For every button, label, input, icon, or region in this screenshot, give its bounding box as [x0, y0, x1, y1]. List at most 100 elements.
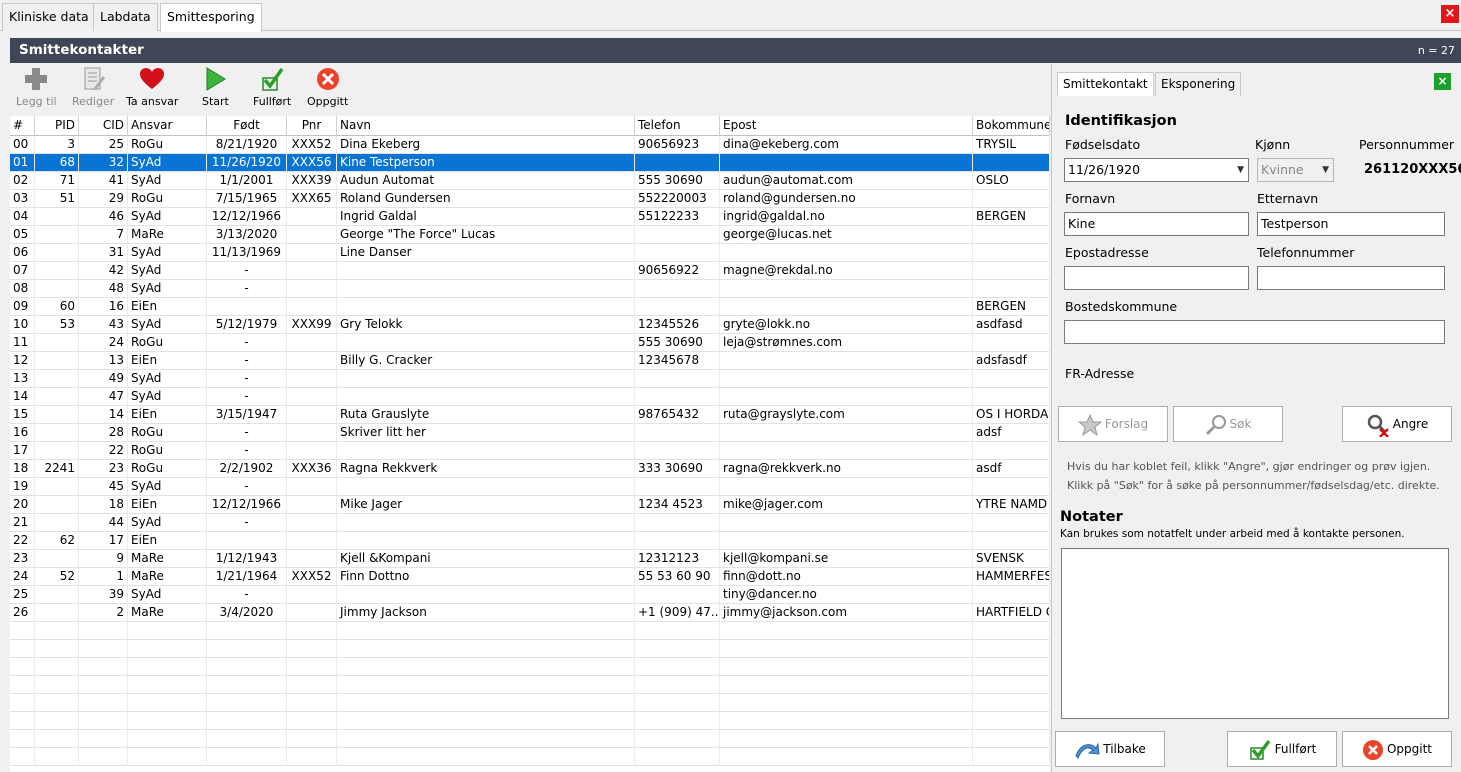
table-row[interactable]: 15 14 EiEn 3/15/1947 Ruta Grauslyte 98765432 r… [10, 406, 1050, 424]
done-button[interactable]: Fullført [1227, 731, 1337, 767]
complete-button[interactable]: Fullført [253, 66, 291, 108]
tab-smittesporing[interactable]: Smittesporing [160, 3, 262, 32]
table-row[interactable]: 22 62 17 EiEn [10, 532, 1050, 550]
empty-table-row [10, 658, 1050, 676]
table-row[interactable]: 07 42 SyAd - 90656922 magne@rekdal.no [10, 262, 1050, 280]
cell-ansvar: SyAd [128, 370, 207, 388]
municipality-input[interactable] [1064, 320, 1445, 344]
table-row[interactable]: 20 18 EiEn 12/12/1966 Mike Jager 1234 4523 mik… [10, 496, 1050, 514]
cell-ansvar: SyAd [128, 478, 207, 496]
cell-pid: 71 [35, 172, 79, 190]
cell-bokommune: asdf [973, 460, 1050, 478]
search-icon [1205, 414, 1226, 435]
cell-navn [337, 262, 635, 280]
gender-select[interactable]: Kvinne ▼ [1257, 158, 1334, 182]
cell-navn [337, 532, 635, 550]
table-row[interactable]: 06 31 SyAd 11/13/1969 Line Danser [10, 244, 1050, 262]
back-button[interactable]: Tilbake [1055, 731, 1165, 767]
cell-ansvar: SyAd [128, 388, 207, 406]
cell-number: 03 [10, 190, 35, 208]
close-icon[interactable]: × [1441, 5, 1459, 23]
col-cid[interactable]: CID [79, 116, 128, 136]
table-row[interactable]: 21 44 SyAd - [10, 514, 1050, 532]
col-navn[interactable]: Navn [337, 116, 635, 136]
cell-bokommune [973, 532, 1050, 550]
col-ansvar[interactable]: Ansvar [128, 116, 207, 136]
cell-pid [35, 424, 79, 442]
email-input[interactable] [1064, 266, 1249, 290]
municipality-label: Bostedskommune [1065, 299, 1178, 314]
cell-number: 14 [10, 388, 35, 406]
cell-number: 21 [10, 514, 35, 532]
phone-label: Telefonnummer [1257, 245, 1355, 260]
start-button[interactable]: Start [202, 66, 229, 108]
cell-cid: 9 [79, 550, 128, 568]
table-row[interactable]: 08 48 SyAd - [10, 280, 1050, 298]
empty-table-row [10, 676, 1050, 694]
cell-epost [720, 298, 973, 316]
table-row[interactable]: 05 7 MaRe 3/13/2020 George "The Force" Lucas… [10, 226, 1050, 244]
lastname-input[interactable]: Testperson [1257, 212, 1445, 236]
panel-close-icon[interactable]: × [1434, 73, 1451, 90]
cell-epost [720, 712, 973, 730]
cell-pid: 53 [35, 316, 79, 334]
phone-input[interactable] [1257, 266, 1445, 290]
tab-smittekontakt[interactable]: Smittekontakt [1057, 72, 1154, 96]
add-button[interactable]: Legg til [16, 66, 57, 108]
cell-pnr [287, 208, 337, 226]
cell-number: 13 [10, 370, 35, 388]
table-row[interactable]: 13 49 SyAd - [10, 370, 1050, 388]
table-row[interactable]: 02 71 41 SyAd 1/1/2001 XXX39 Audun Automat 555 … [10, 172, 1050, 190]
col-bokommune[interactable]: Bokommune [973, 116, 1050, 136]
tab-eksponering[interactable]: Eksponering [1155, 72, 1242, 96]
cell-telefon [635, 694, 720, 712]
suggest-button[interactable]: Forslag [1058, 406, 1168, 442]
table-row[interactable]: 26 2 MaRe 3/4/2020 Jimmy Jackson +1 (909) 47.… [10, 604, 1050, 622]
dob-select[interactable]: 11/26/1920 ▼ [1064, 158, 1249, 182]
table-row[interactable]: 11 24 RoGu - 555 30690 leja@strømnes.com [10, 334, 1050, 352]
table-row[interactable]: 09 60 16 EiEn BERGEN [10, 298, 1050, 316]
tab-kliniske-data[interactable]: Kliniske data [2, 3, 96, 31]
table-row[interactable]: 23 9 MaRe 1/12/1943 Kjell &Kompani 12312123 kj… [10, 550, 1050, 568]
table-row[interactable]: 17 22 RoGu - [10, 442, 1050, 460]
cell-fodt: 11/26/1920 [207, 154, 287, 172]
undo-button[interactable]: Angre [1342, 406, 1452, 442]
cell-number [10, 694, 35, 712]
table-row[interactable]: 24 52 1 MaRe 1/21/1964 XXX52 Finn Dottno 55 53 … [10, 568, 1050, 586]
cell-ansvar: RoGu [128, 424, 207, 442]
col-epost[interactable]: Epost [720, 116, 973, 136]
table-row[interactable]: 00 3 25 RoGu 8/21/1920 XXX52 Dina Ekeberg 90656… [10, 136, 1050, 154]
col-number[interactable]: # [10, 116, 35, 136]
table-row[interactable]: 04 46 SyAd 12/12/1966 Ingrid Galdal 55122233 i… [10, 208, 1050, 226]
firstname-input[interactable]: Kine [1064, 212, 1249, 236]
cell-epost [720, 424, 973, 442]
table-row[interactable]: 19 45 SyAd - [10, 478, 1050, 496]
cell-navn: Kjell &Kompani [337, 550, 635, 568]
cell-epost: kjell@kompani.se [720, 550, 973, 568]
cell-pnr [287, 550, 337, 568]
cell-ansvar [128, 622, 207, 640]
edit-button[interactable]: Rediger [72, 66, 114, 108]
notes-textarea[interactable] [1061, 548, 1449, 719]
col-pnr[interactable]: Pnr [287, 116, 337, 136]
col-telefon[interactable]: Telefon [635, 116, 720, 136]
table-row[interactable]: 25 39 SyAd - tiny@dancer.no [10, 586, 1050, 604]
table-row[interactable]: 03 51 29 RoGu 7/15/1965 XXX65 Roland Gundersen… [10, 190, 1050, 208]
cell-epost [720, 694, 973, 712]
table-row[interactable]: 12 13 EiEn - Billy G. Cracker 12345678 adsfasd… [10, 352, 1050, 370]
table-row[interactable]: 16 28 RoGu - Skriver litt her adsf [10, 424, 1050, 442]
cell-fodt [207, 694, 287, 712]
cell-fodt [207, 712, 287, 730]
take-responsibility-button[interactable]: Ta ansvar [126, 66, 178, 108]
table-row[interactable]: 14 47 SyAd - [10, 388, 1050, 406]
tab-labdata[interactable]: Labdata [93, 3, 158, 31]
table-row[interactable]: 10 53 43 SyAd 5/12/1979 XXX99 Gry Telokk 123455… [10, 316, 1050, 334]
search-button[interactable]: Søk [1173, 406, 1283, 442]
abandon-button[interactable]: Oppgitt [307, 66, 348, 108]
table-row[interactable]: 18 2241 23 RoGu 2/2/1902 XXX36 Ragna Rekkverk 3… [10, 460, 1050, 478]
col-pid[interactable]: PID [35, 116, 79, 136]
cell-fodt [207, 730, 287, 748]
cancel-button[interactable]: Oppgitt [1342, 731, 1452, 767]
col-fodt[interactable]: Født [207, 116, 287, 136]
table-row[interactable]: 01 68 32 SyAd 11/26/1920 XXX56 Kine Testperson [10, 154, 1050, 172]
